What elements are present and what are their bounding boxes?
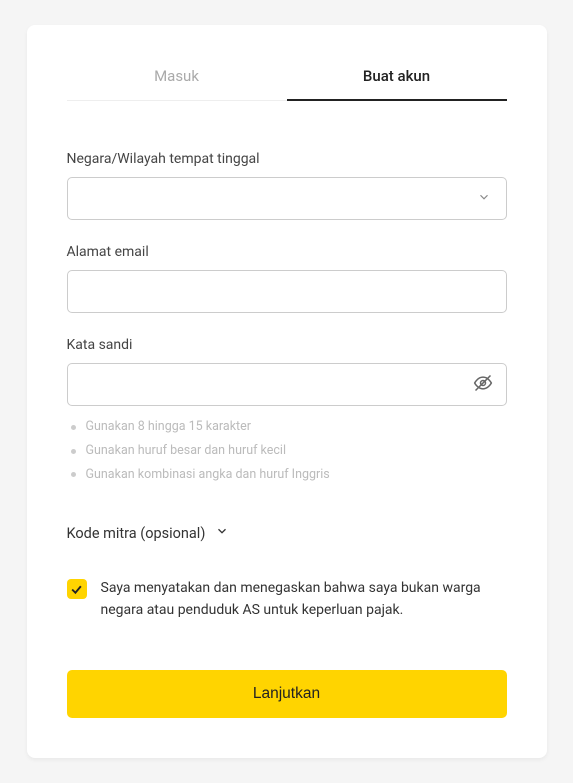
email-group: Alamat email <box>67 244 507 313</box>
consent-label: Saya menyatakan dan menegaskan bahwa say… <box>101 578 507 621</box>
partner-code-toggle[interactable]: Kode mitra (opsional) <box>67 524 507 542</box>
country-select[interactable] <box>67 177 507 220</box>
continue-button[interactable]: Lanjutkan <box>67 670 507 718</box>
password-hint: Gunakan 8 hingga 15 karakter <box>71 418 503 437</box>
tab-login[interactable]: Masuk <box>67 53 287 101</box>
country-group: Negara/Wilayah tempat tinggal <box>67 151 507 220</box>
tab-register[interactable]: Buat akun <box>287 53 507 101</box>
password-hint: Gunakan huruf besar dan huruf kecil <box>71 442 503 461</box>
password-hint: Gunakan kombinasi angka dan huruf Inggri… <box>71 466 503 485</box>
email-label: Alamat email <box>67 244 507 260</box>
consent-row: Saya menyatakan dan menegaskan bahwa say… <box>67 578 507 621</box>
chevron-down-icon <box>215 524 229 542</box>
hint-text: Gunakan kombinasi angka dan huruf Inggri… <box>86 466 330 485</box>
auth-tabs: Masuk Buat akun <box>67 53 507 101</box>
password-hints: Gunakan 8 hingga 15 karakter Gunakan hur… <box>67 418 507 484</box>
check-icon <box>70 583 83 596</box>
country-select-wrapper <box>67 177 507 220</box>
password-group: Kata sandi Gunakan 8 hingga 15 karakter … <box>67 337 507 484</box>
password-field[interactable] <box>67 363 507 406</box>
country-label: Negara/Wilayah tempat tinggal <box>67 151 507 167</box>
eye-off-icon[interactable] <box>473 373 493 397</box>
partner-code-label: Kode mitra (opsional) <box>67 525 206 542</box>
email-field[interactable] <box>67 270 507 313</box>
hint-text: Gunakan 8 hingga 15 karakter <box>86 418 252 437</box>
hint-text: Gunakan huruf besar dan huruf kecil <box>86 442 287 461</box>
password-label: Kata sandi <box>67 337 507 353</box>
consent-checkbox[interactable] <box>67 579 87 599</box>
signup-card: Masuk Buat akun Negara/Wilayah tempat ti… <box>27 25 547 758</box>
